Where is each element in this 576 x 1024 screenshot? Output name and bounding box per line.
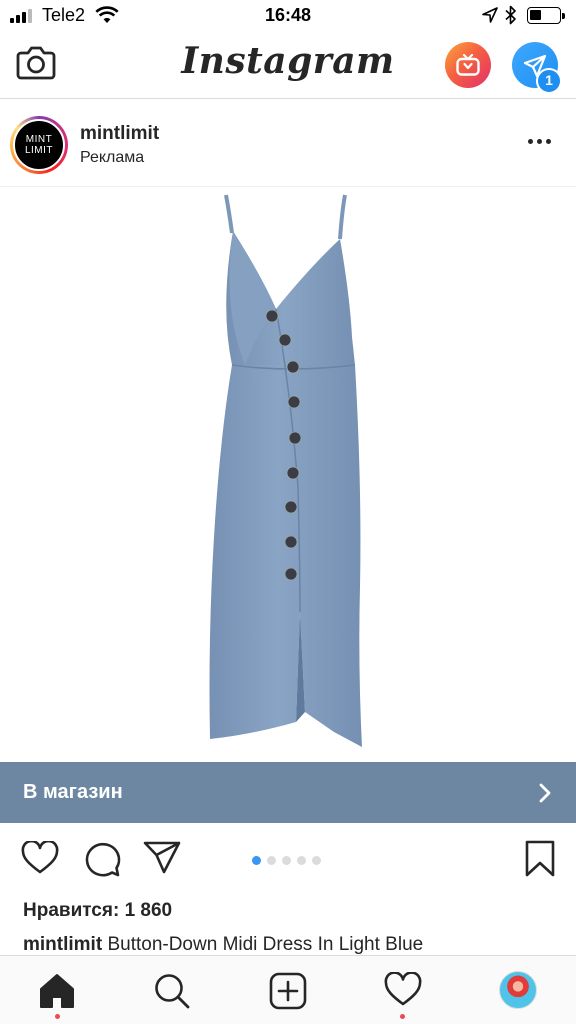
- carousel-dot: [282, 856, 291, 865]
- home-icon[interactable]: [38, 972, 76, 1010]
- activity-icon[interactable]: [384, 972, 422, 1008]
- story-ring[interactable]: MINT LIMIT: [10, 116, 68, 174]
- igtv-icon: [456, 54, 480, 76]
- location-icon: [482, 7, 498, 23]
- post-actions: [0, 823, 576, 895]
- profile-avatar[interactable]: [499, 971, 537, 1009]
- post-caption: mintlimit Button-Down Midi Dress In Ligh…: [23, 934, 423, 956]
- status-bar: Tele2 16:48: [0, 0, 576, 32]
- shop-now-button[interactable]: В магазин: [0, 762, 576, 823]
- avatar: MINT LIMIT: [13, 119, 65, 171]
- more-options-icon[interactable]: [528, 139, 551, 144]
- carousel-dot: [312, 856, 321, 865]
- avatar-text-line-2: LIMIT: [24, 145, 54, 156]
- carousel-dot-active: [252, 856, 261, 865]
- activity-notification-dot: [400, 1014, 405, 1019]
- dm-notification-badge: 1: [536, 68, 562, 94]
- like-heart-icon[interactable]: [21, 841, 59, 875]
- carousel-dot: [267, 856, 276, 865]
- battery-icon: [527, 7, 565, 24]
- bottom-tab-bar: [0, 955, 576, 1024]
- comment-icon[interactable]: [83, 841, 121, 877]
- igtv-button[interactable]: [445, 42, 491, 88]
- sponsored-label: Реклама: [80, 149, 145, 166]
- new-post-icon[interactable]: [269, 972, 307, 1010]
- post-username[interactable]: mintlimit: [80, 123, 159, 145]
- dress-photo: [209, 194, 362, 747]
- carousel-dot: [297, 856, 306, 865]
- share-icon[interactable]: [143, 841, 181, 875]
- post-header: MINT LIMIT mintlimit Реклама: [0, 99, 576, 187]
- bookmark-icon[interactable]: [525, 840, 555, 878]
- avatar-text-line-1: MINT: [25, 134, 53, 145]
- caption-text: Button-Down Midi Dress In Light Blue: [107, 934, 424, 955]
- caption-username[interactable]: mintlimit: [23, 934, 102, 955]
- carousel-indicator: [252, 856, 321, 865]
- shop-now-label: В магазин: [23, 781, 123, 803]
- home-notification-dot: [55, 1014, 60, 1019]
- like-count[interactable]: Нравится: 1 860: [23, 900, 172, 922]
- bluetooth-icon: [505, 5, 516, 25]
- post-image[interactable]: [0, 187, 576, 762]
- chevron-right-icon: [539, 783, 551, 803]
- search-icon[interactable]: [153, 972, 191, 1010]
- top-navigation: Instagram 1: [0, 32, 576, 99]
